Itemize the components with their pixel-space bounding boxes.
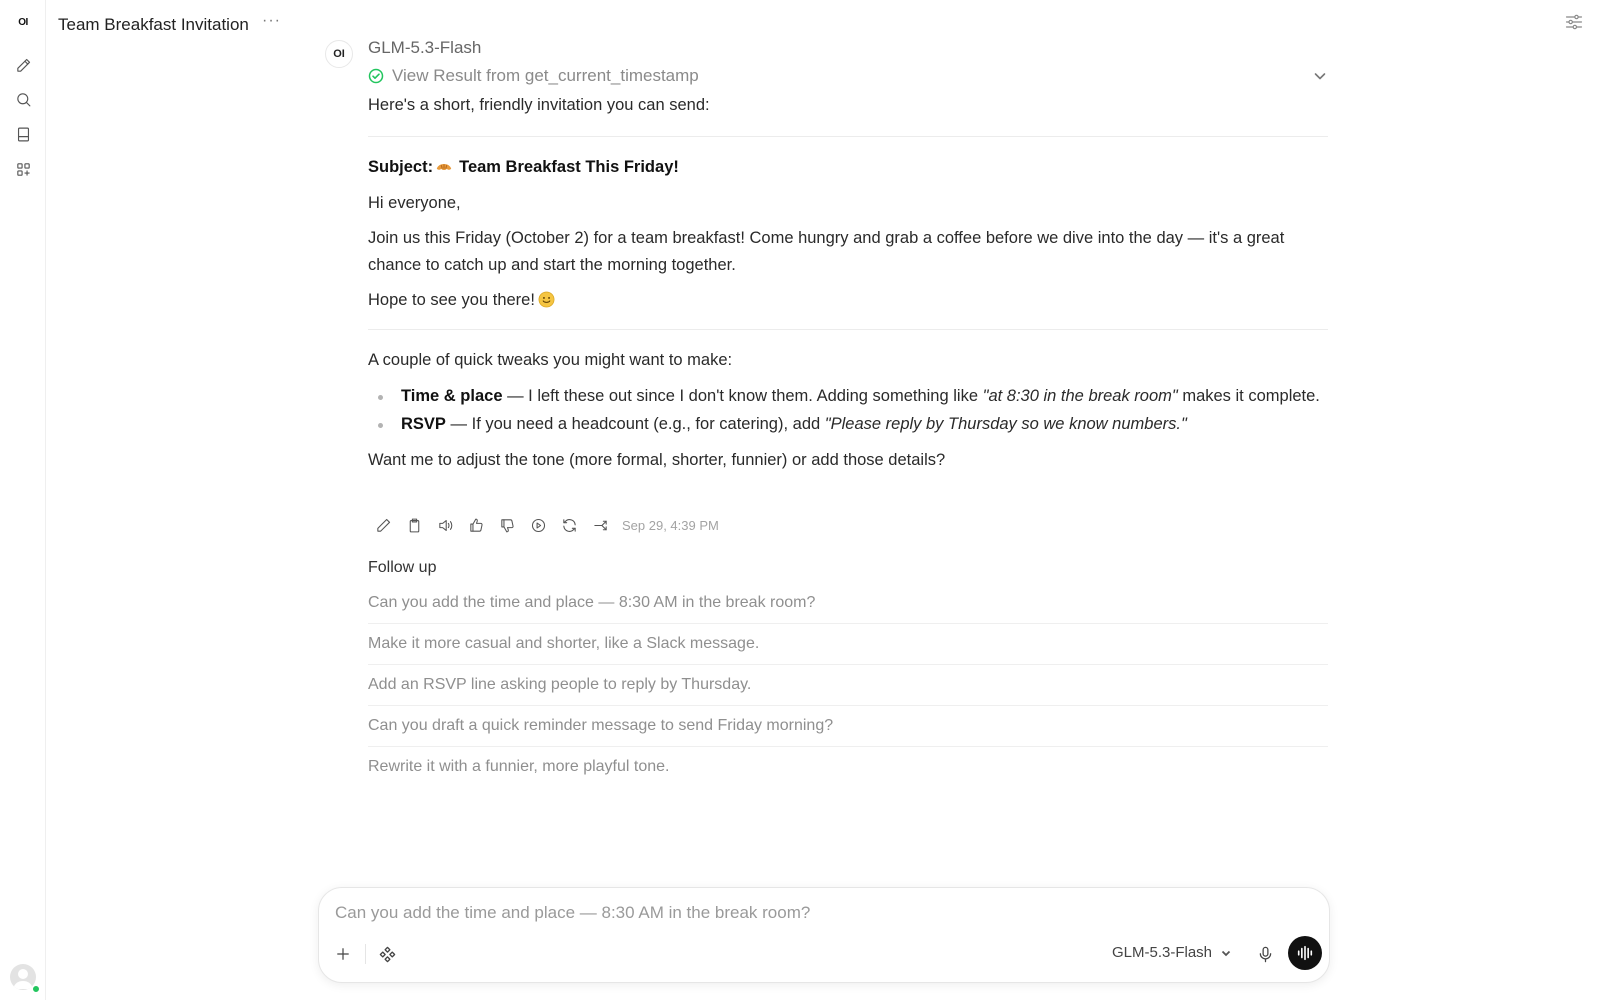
tweak-label: Time & place — [401, 387, 503, 405]
model-selector[interactable]: GLM-5.3-Flash — [1112, 944, 1232, 961]
new-chat-button[interactable] — [12, 54, 34, 76]
regenerate-button[interactable] — [558, 514, 580, 536]
subject-text: Team Breakfast This Friday! — [459, 158, 679, 176]
chat-title: Team Breakfast Invitation — [58, 15, 249, 34]
waveform-icon — [1297, 945, 1313, 961]
notes-button[interactable] — [12, 123, 34, 145]
copy-icon — [409, 518, 419, 532]
model-name: GLM-5.3-Flash — [368, 38, 482, 57]
integrations-button[interactable] — [375, 942, 399, 966]
divider — [368, 329, 1328, 330]
email-greeting: Hi everyone, — [368, 194, 461, 212]
divider — [365, 944, 366, 964]
chevron-down-icon — [1221, 950, 1231, 956]
tool-result-toggle[interactable]: View Result from get_current_timestamp — [368, 65, 1328, 87]
follow-up-item[interactable]: Can you add the time and place — 8:30 AM… — [368, 583, 1328, 624]
edit-button[interactable] — [372, 514, 394, 536]
read-aloud-button[interactable] — [434, 514, 456, 536]
follow-up-item[interactable]: Add an RSVP line asking people to reply … — [368, 665, 1328, 706]
grid-plus-icon — [16, 162, 30, 176]
search-button[interactable] — [12, 88, 34, 110]
chat-controls-button[interactable] — [1564, 12, 1586, 34]
notebook-icon — [17, 127, 29, 141]
continue-response-button[interactable] — [527, 514, 549, 536]
tweak-example: "Please reply by Thursday so we know num… — [824, 415, 1187, 433]
pencil-icon — [16, 58, 30, 72]
divider — [368, 136, 1328, 137]
tweak-text-after: makes it complete. — [1177, 387, 1320, 405]
thumbs-up-icon — [469, 518, 483, 532]
workspace-button[interactable] — [12, 158, 34, 180]
message-actions: Sep 29, 4:39 PM — [372, 514, 719, 536]
message-intro: Here's a short, friendly invitation you … — [368, 96, 710, 114]
message-timestamp: Sep 29, 4:39 PM — [622, 517, 719, 533]
follow-up-item[interactable]: Rewrite it with a funnier, more playful … — [368, 747, 1328, 788]
list-item: RSVP — If you need a headcount (e.g., fo… — [368, 411, 1328, 438]
tools-icon — [379, 946, 395, 962]
follow-up-title: Follow up — [368, 559, 437, 576]
chat-input[interactable] — [335, 900, 1295, 926]
tool-result-label: View Result from get_current_timestamp — [392, 66, 699, 85]
copy-button[interactable] — [403, 514, 425, 536]
email-closing: Hope to see you there! — [368, 287, 1328, 314]
attach-button[interactable] — [331, 942, 355, 966]
branch-button[interactable] — [589, 514, 611, 536]
smile-emoji-icon — [538, 291, 555, 308]
follow-up-item[interactable]: Make it more casual and shorter, like a … — [368, 624, 1328, 665]
thumbs-down-icon — [500, 518, 514, 532]
tweaks-list: Time & place — I left these out since I … — [368, 383, 1328, 438]
selected-model: GLM-5.3-Flash — [1112, 944, 1213, 961]
dislike-button[interactable] — [496, 514, 518, 536]
subject-prefix: Subject: — [368, 158, 434, 176]
message-composer: GLM-5.3-Flash — [318, 887, 1330, 983]
tweak-text: — I left these out since I don't know th… — [502, 387, 983, 405]
chevron-down-icon — [1314, 73, 1326, 80]
list-item: Time & place — I left these out since I … — [368, 383, 1328, 410]
more-options-button[interactable]: ··· — [262, 12, 281, 30]
model-avatar: OI — [325, 40, 353, 68]
email-subject: Subject: Team Breakfast This Friday! — [368, 154, 1328, 181]
email-body: Join us this Friday (October 2) for a te… — [368, 229, 1285, 274]
closing-text: Hope to see you there! — [368, 291, 535, 309]
regenerate-icon — [562, 518, 576, 532]
tweak-example: "at 8:30 in the break room" — [982, 387, 1178, 405]
voice-mode-button[interactable] — [1288, 936, 1322, 970]
app-logo[interactable]: OI — [12, 14, 34, 32]
play-icon — [531, 518, 545, 532]
tweaks-intro: A couple of quick tweaks you might want … — [368, 351, 733, 369]
follow-up-list: Can you add the time and place — 8:30 AM… — [368, 583, 1328, 788]
follow-up-item[interactable]: Can you draft a quick reminder message t… — [368, 706, 1328, 747]
search-icon — [16, 92, 30, 106]
sliders-icon — [1565, 14, 1583, 30]
plus-icon — [337, 948, 349, 960]
tweak-label: RSVP — [401, 415, 446, 433]
microphone-icon — [1259, 946, 1271, 962]
check-circle-icon — [368, 68, 384, 84]
message-content: Here's a short, friendly invitation you … — [368, 90, 1328, 474]
croissant-icon — [436, 163, 452, 171]
like-button[interactable] — [465, 514, 487, 536]
speaker-icon — [438, 519, 452, 531]
continue-icon — [593, 520, 607, 530]
tweak-text: — If you need a headcount (e.g., for cat… — [445, 415, 825, 433]
edit-icon — [376, 518, 390, 532]
online-status-dot — [32, 985, 40, 993]
sidebar-rail: OI — [0, 0, 46, 1000]
follow-question: Want me to adjust the tone (more formal,… — [368, 451, 946, 469]
dictate-button[interactable] — [1253, 942, 1277, 966]
